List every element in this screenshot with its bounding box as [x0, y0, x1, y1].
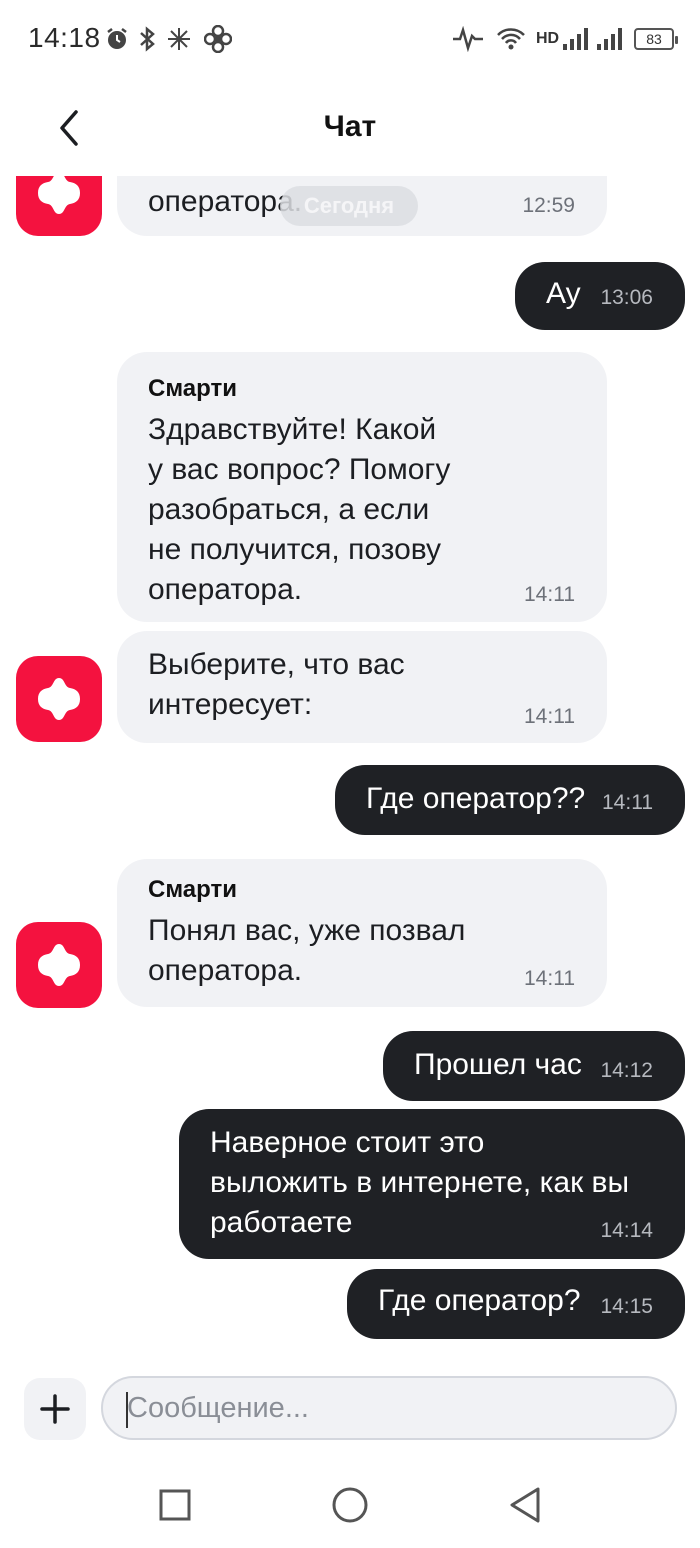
message-list[interactable]: оператора. 12:59 Сегодня Ау 13:06 Смарти… [0, 176, 700, 1360]
signal-icon-2 [596, 24, 624, 54]
message-time: 14:15 [600, 1295, 653, 1318]
message-text: Здравствуйте! Какой у вас вопрос? Помогу… [148, 413, 451, 606]
message-text: Понял вас, уже позвал оператора. [148, 914, 466, 987]
message-time: 14:14 [600, 1219, 653, 1242]
back-nav-button[interactable] [500, 1480, 550, 1530]
bluetooth-icon [136, 24, 158, 54]
composer [0, 1360, 700, 1460]
status-time: 14:18 [28, 22, 101, 53]
attach-button[interactable] [24, 1378, 86, 1440]
page-title: Чат [323, 110, 377, 143]
message-time: 14:11 [524, 583, 575, 606]
message-text: оператора. [148, 185, 303, 218]
message-bubble-outgoing: Ау 13:06 [515, 262, 685, 330]
system-nav-bar [0, 1460, 700, 1548]
bot-avatar [16, 176, 102, 236]
home-button[interactable] [325, 1480, 375, 1530]
circle-icon [332, 1487, 368, 1523]
smarti-logo [38, 176, 80, 214]
smarti-logo [38, 944, 80, 986]
battery-icon: 83 [634, 28, 678, 50]
message-bubble-incoming: Смарти Понял вас, уже позвал оператора. … [117, 859, 607, 1007]
plus-icon [40, 1394, 70, 1424]
message-time: 12:59 [522, 194, 575, 217]
message-bubble-outgoing: Где оператор?? 14:11 [335, 765, 685, 835]
network-type: HD [536, 30, 560, 47]
message-bubble-outgoing: Наверное стоит это выложить в интернете,… [179, 1109, 685, 1259]
message-bubble-outgoing: Где оператор? 14:15 [347, 1269, 685, 1339]
square-icon [159, 1489, 191, 1521]
text-cursor [126, 1392, 128, 1428]
message-text: Где оператор?? [366, 782, 586, 815]
message-input[interactable] [101, 1376, 677, 1440]
activity-icon [452, 24, 484, 54]
bot-avatar [16, 922, 102, 1008]
message-time: 14:11 [524, 705, 575, 728]
message-time: 14:11 [602, 791, 653, 814]
status-bar: 14:18 HD 83 [0, 0, 700, 80]
nfc-icon [166, 24, 192, 54]
message-text: Где оператор? [378, 1284, 581, 1317]
message-text: Прошел час [414, 1048, 582, 1081]
message-time: 13:06 [600, 286, 653, 309]
message-text: Наверное стоит это выложить в интернете,… [210, 1126, 630, 1239]
alarm-icon [104, 24, 130, 54]
fan-icon [204, 24, 232, 54]
message-time: 14:11 [524, 967, 575, 990]
message-text: Ау [546, 277, 581, 310]
triangle-back-icon [510, 1487, 540, 1523]
message-bubble-incoming: Выберите, что вас интересует: 14:11 [117, 631, 607, 743]
date-divider: Сегодня [280, 186, 418, 226]
sender-name: Смарти [148, 375, 237, 402]
message-bubble-incoming: Смарти Здравствуйте! Какой у вас вопрос?… [117, 352, 607, 622]
signal-icon [562, 24, 590, 54]
smarti-logo [38, 678, 80, 720]
bot-avatar [16, 656, 102, 742]
chat-header: Чат [0, 80, 700, 176]
sender-name: Смарти [148, 876, 237, 903]
wifi-icon [496, 24, 526, 54]
message-time: 14:12 [600, 1059, 653, 1082]
message-text: Выберите, что вас интересует: [148, 648, 405, 721]
message-bubble-outgoing: Прошел час 14:12 [383, 1031, 685, 1101]
recents-button[interactable] [150, 1480, 200, 1530]
